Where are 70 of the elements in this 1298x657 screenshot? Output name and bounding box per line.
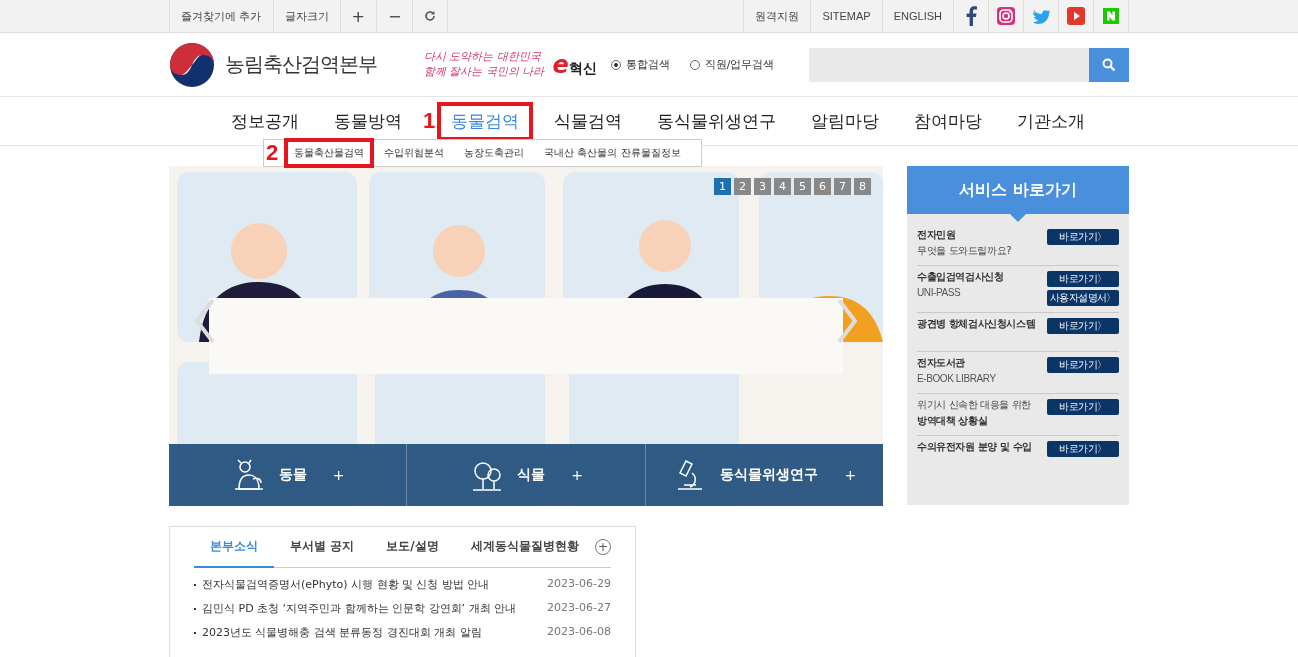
news-tab[interactable]: 본부소식 xyxy=(194,526,274,568)
service-label: 무엇을 도와드릴까요? xyxy=(917,244,1012,258)
submenu-item[interactable]: 동물축산물검역 xyxy=(284,138,375,168)
news-tab[interactable]: 세계동식물질병현황 xyxy=(454,526,595,568)
news-tab[interactable]: 부서별 공지 xyxy=(274,526,371,568)
annotation-number: 2 xyxy=(266,140,279,166)
slide-page-button[interactable]: 5 xyxy=(794,178,811,195)
pointer-icon xyxy=(1010,214,1026,222)
nav-menu-item[interactable]: 동식물위생연구 xyxy=(643,101,791,141)
service-label: 수의유전자원 분양 및 수입 xyxy=(917,440,1032,454)
service-label: 방역대책 상황실 xyxy=(917,414,989,428)
news-link[interactable]: 2023년도 식물병해충 검색 분류동정 경진대회 개최 알림 xyxy=(202,625,482,640)
slide-page-button[interactable]: 3 xyxy=(754,178,771,195)
shortcut-button[interactable]: 바로가기〉 xyxy=(1047,271,1119,287)
e-logo-text: e xyxy=(552,50,569,79)
service-label: 전자도서관 xyxy=(917,356,966,370)
nav-menu-item[interactable]: 기관소개 xyxy=(1002,101,1099,141)
toolbar-link[interactable]: 즐겨찾기에 추가 xyxy=(170,0,274,32)
service-label: 전자민원 xyxy=(917,228,957,242)
quick-link[interactable]: 식물 + xyxy=(407,444,646,506)
slide-page-button[interactable]: 7 xyxy=(834,178,851,195)
service-label: UNI-PASS xyxy=(917,286,962,300)
toolbar-link[interactable]: 글자크기 xyxy=(273,0,341,32)
search-button[interactable] xyxy=(1089,47,1129,82)
quick-link[interactable]: 동물 + xyxy=(169,444,408,506)
services-title: 서비스 바로가기 xyxy=(907,166,1129,214)
shortcut-button[interactable]: 사용자설명서〉 xyxy=(1047,290,1119,306)
quick-link[interactable]: 동식물위생연구 + xyxy=(645,444,883,506)
slide-page-button[interactable]: 4 xyxy=(774,178,791,195)
news-date: 2023-06-27 xyxy=(547,601,611,616)
nav-menu-item[interactable]: 참여마당 xyxy=(899,101,996,141)
annotation-number: 1 xyxy=(422,108,436,134)
shortcut-button[interactable]: 바로가기〉 xyxy=(1047,357,1119,373)
news-link[interactable]: 전자식물검역증명서(ePhyto) 시행 현황 및 신청 방법 안내 xyxy=(202,577,490,592)
nav-menu-item[interactable]: 정보공개 xyxy=(217,101,313,141)
submenu-item[interactable]: 국내산 축산물의 잔류물질정보 xyxy=(534,138,691,168)
toolbar-link[interactable]: 원격지원 xyxy=(744,0,812,32)
toolbar-link[interactable]: SITEMAP xyxy=(811,0,883,32)
shortcut-button[interactable]: 바로가기〉 xyxy=(1047,229,1119,245)
toolbar-link[interactable]: − xyxy=(376,0,414,32)
service-label: E-BOOK LIBRARY xyxy=(917,372,996,386)
news-date: 2023-06-08 xyxy=(547,625,611,640)
emblem-icon xyxy=(169,41,215,88)
shortcut-button[interactable]: 바로가기〉 xyxy=(1047,399,1119,415)
service-label: 수출입검역검사신청 xyxy=(917,270,1004,284)
toolbar-link[interactable]: + xyxy=(340,0,377,32)
radio-label[interactable]: 통합검색 xyxy=(625,57,670,72)
slide-page-button[interactable]: 6 xyxy=(814,178,831,195)
news-date: 2023-06-29 xyxy=(547,577,611,592)
news-link[interactable]: 김민식 PD 초청 ‘지역주민과 함께하는 인문학 강연회’ 개최 안내 xyxy=(202,601,517,616)
search-icon xyxy=(1102,57,1116,72)
slogan-text: 다시 도약하는 대한민국 함께 잘사는 국민의 나라 xyxy=(424,50,545,79)
radio-label[interactable]: 직원/업무검색 xyxy=(704,57,775,72)
slide-page-button[interactable]: 8 xyxy=(854,178,871,195)
innovation-label: 혁신 xyxy=(568,59,597,78)
submenu-item[interactable]: 수입위험분석 xyxy=(374,138,455,168)
shortcut-button[interactable]: 바로가기〉 xyxy=(1047,318,1119,334)
slide-page-button[interactable]: 2 xyxy=(734,178,751,195)
submenu-item[interactable]: 농장도축관리 xyxy=(454,138,535,168)
news-tab[interactable]: 보도/설명 xyxy=(370,526,455,568)
site-logo-text[interactable]: 농림축산검역본부 xyxy=(225,51,377,78)
service-label: 광견병 항체검사신청시스템 xyxy=(917,317,1036,331)
toolbar-link[interactable]: ENGLISH xyxy=(882,0,954,32)
service-label: 위기시 신속한 대응을 위한 xyxy=(917,398,1031,412)
nav-menu-item[interactable]: 식물검역 xyxy=(540,101,637,141)
nav-menu-item[interactable]: 동물방역 xyxy=(319,101,416,141)
search-field[interactable] xyxy=(809,47,1089,82)
shortcut-button[interactable]: 바로가기〉 xyxy=(1047,441,1119,457)
slide-page-button[interactable]: 1 xyxy=(714,178,731,195)
nav-menu-item[interactable]: 알림마당 xyxy=(797,101,893,141)
